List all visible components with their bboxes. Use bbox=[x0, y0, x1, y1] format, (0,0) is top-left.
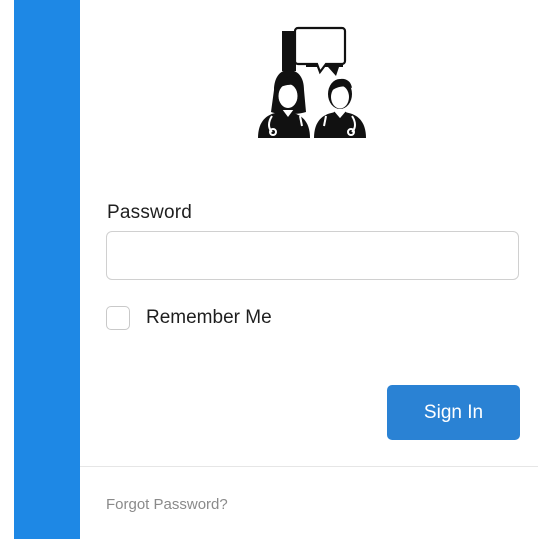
remember-me-label: Remember Me bbox=[146, 307, 272, 328]
remember-me-option[interactable]: Remember Me bbox=[106, 306, 272, 330]
login-panel: Password Remember Me Sign In Forgot Pass… bbox=[80, 0, 538, 539]
password-label: Password bbox=[107, 202, 193, 223]
sidebar-accent-bar bbox=[14, 0, 80, 539]
left-margin bbox=[0, 0, 14, 539]
male-doctor-icon bbox=[314, 78, 366, 138]
forgot-password-link[interactable]: Forgot Password? bbox=[106, 496, 228, 513]
remember-me-checkbox[interactable] bbox=[106, 306, 130, 330]
password-input[interactable] bbox=[106, 231, 519, 280]
sign-in-button[interactable]: Sign In bbox=[387, 385, 520, 440]
female-doctor-icon bbox=[258, 70, 310, 138]
login-page: Password Remember Me Sign In Forgot Pass… bbox=[0, 0, 538, 539]
doctors-chat-icon bbox=[258, 26, 366, 138]
login-footer: Forgot Password? bbox=[80, 467, 538, 539]
